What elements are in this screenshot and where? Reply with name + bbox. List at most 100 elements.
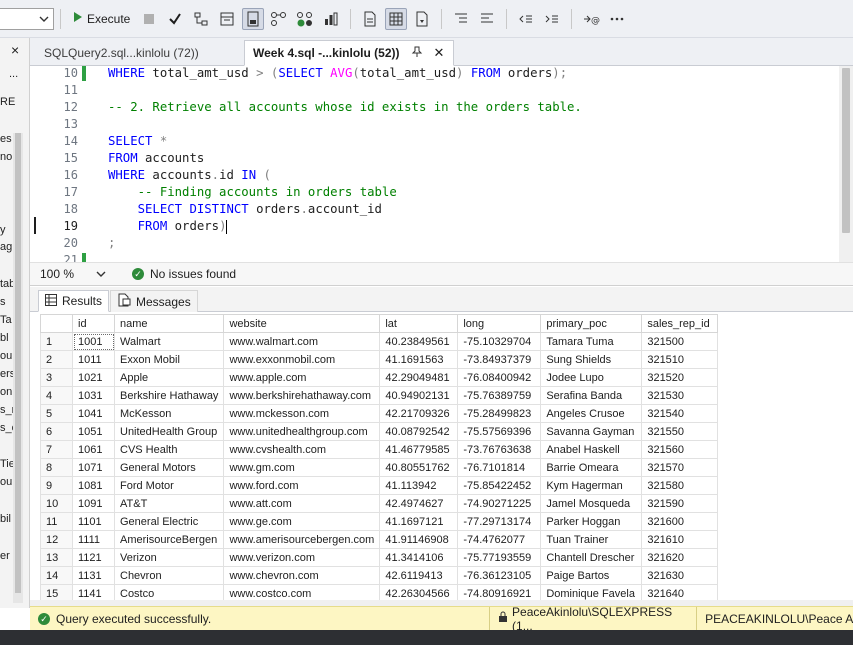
table-cell[interactable]: -73.76763638 bbox=[457, 440, 542, 459]
table-row[interactable]: 3 1021 Apple www.apple.com 42.29049481 -76.08… bbox=[40, 368, 719, 387]
comment-icon[interactable] bbox=[450, 8, 472, 30]
close-icon[interactable]: × bbox=[11, 42, 19, 58]
table-cell[interactable]: 321610 bbox=[641, 530, 719, 549]
table-cell[interactable]: www.ford.com bbox=[223, 476, 381, 495]
table-cell[interactable]: www.exxonmobil.com bbox=[223, 350, 381, 369]
table-cell[interactable]: -75.85422452 bbox=[457, 476, 542, 495]
results-to-grid-icon[interactable] bbox=[385, 7, 408, 30]
table-cell[interactable]: 321570 bbox=[641, 458, 719, 477]
table-cell[interactable]: www.mckesson.com bbox=[223, 404, 381, 423]
row-number[interactable]: 2 bbox=[40, 350, 73, 369]
row-number[interactable]: 13 bbox=[40, 548, 73, 567]
table-cell[interactable]: General Electric bbox=[113, 512, 225, 531]
code-line-17[interactable]: -- Finding accounts in orders table bbox=[108, 185, 397, 199]
table-cell[interactable]: -76.7101814 bbox=[457, 458, 542, 477]
table-cell[interactable]: 321550 bbox=[641, 422, 719, 441]
table-cell[interactable]: UnitedHealth Group bbox=[113, 422, 225, 441]
table-cell[interactable]: 1011 bbox=[72, 350, 115, 369]
table-cell[interactable]: -77.29713174 bbox=[457, 512, 542, 531]
table-cell[interactable]: Verizon bbox=[113, 548, 225, 567]
table-cell[interactable]: -74.4762077 bbox=[457, 530, 542, 549]
row-number[interactable]: 3 bbox=[40, 368, 73, 387]
table-cell[interactable]: -75.10329704 bbox=[457, 332, 542, 351]
results-grid[interactable]: id name website lat long primary_poc sal… bbox=[30, 312, 853, 606]
table-cell[interactable]: 1051 bbox=[72, 422, 115, 441]
table-cell[interactable]: 321520 bbox=[641, 368, 719, 387]
code-line-18[interactable]: SELECT DISTINCT orders.account_id bbox=[108, 202, 382, 216]
table-cell[interactable]: Chantell Drescher bbox=[540, 548, 643, 567]
code-line-20[interactable]: ; bbox=[108, 236, 115, 250]
table-cell[interactable]: 321530 bbox=[641, 386, 719, 405]
table-cell[interactable]: www.att.com bbox=[223, 494, 381, 513]
table-cell[interactable]: -75.77193559 bbox=[457, 548, 542, 567]
table-row[interactable]: 14 1131 Chevron www.chevron.com 42.6119413 -7… bbox=[40, 566, 719, 585]
table-cell[interactable]: 321510 bbox=[641, 350, 719, 369]
table-cell[interactable]: 40.94902131 bbox=[379, 386, 459, 405]
row-number[interactable]: 7 bbox=[40, 440, 73, 459]
row-number[interactable]: 1 bbox=[40, 332, 73, 351]
table-cell[interactable]: 1071 bbox=[72, 458, 115, 477]
table-cell[interactable]: 321590 bbox=[641, 494, 719, 513]
table-cell[interactable]: www.gm.com bbox=[223, 458, 381, 477]
table-cell[interactable]: www.walmart.com bbox=[223, 332, 381, 351]
table-cell[interactable]: AmerisourceBergen bbox=[113, 530, 225, 549]
table-cell[interactable]: 40.08792542 bbox=[379, 422, 459, 441]
table-row[interactable]: 10 1091 AT&T www.att.com 42.4974627 -74.90271… bbox=[40, 494, 719, 513]
uncomment-icon[interactable] bbox=[476, 8, 498, 30]
code-line-19[interactable]: FROM orders) bbox=[108, 219, 228, 234]
table-row[interactable]: 1 1001 Walmart www.walmart.com 40.23849561 -7… bbox=[40, 332, 719, 351]
table-cell[interactable]: www.berkshirehathaway.com bbox=[223, 386, 381, 405]
column-header[interactable]: website bbox=[223, 314, 381, 333]
table-cell[interactable]: 1111 bbox=[72, 530, 115, 549]
table-cell[interactable]: 321540 bbox=[641, 404, 719, 423]
tab-week4[interactable]: Week 4.sql -...kinlolu (52)) ✕ bbox=[244, 40, 454, 66]
row-number[interactable]: 10 bbox=[40, 494, 73, 513]
table-cell[interactable]: 321600 bbox=[641, 512, 719, 531]
column-header[interactable]: sales_rep_id bbox=[641, 314, 719, 333]
table-row[interactable]: 8 1071 General Motors www.gm.com 40.80551762… bbox=[40, 458, 719, 477]
table-cell[interactable]: 41.3414106 bbox=[379, 548, 459, 567]
zoom-dropdown[interactable]: 100 % bbox=[36, 264, 110, 284]
table-cell[interactable]: 42.21709326 bbox=[379, 404, 459, 423]
table-cell[interactable]: Apple bbox=[113, 368, 225, 387]
table-cell[interactable]: 1121 bbox=[72, 548, 115, 567]
column-header[interactable]: long bbox=[457, 314, 542, 333]
row-number[interactable]: 9 bbox=[40, 476, 73, 495]
table-cell[interactable]: CVS Health bbox=[113, 440, 225, 459]
sql-editor[interactable]: 10 11 12 13 14 15 16 17 18 19 20 21 WHER… bbox=[30, 66, 853, 262]
table-cell[interactable]: www.ge.com bbox=[223, 512, 381, 531]
table-row[interactable]: 6 1051 UnitedHealth Group www.unitedhealthg… bbox=[40, 422, 719, 441]
table-cell[interactable]: Serafina Banda bbox=[540, 386, 643, 405]
table-row[interactable]: 2 1011 Exxon Mobil www.exxonmobil.com 41.169… bbox=[40, 350, 719, 369]
table-row[interactable]: 12 1111 AmerisourceBergen www.amerisourcebe… bbox=[40, 530, 719, 549]
row-number[interactable]: 11 bbox=[40, 512, 73, 531]
table-cell[interactable]: 40.80551762 bbox=[379, 458, 459, 477]
table-cell[interactable]: www.cvshealth.com bbox=[223, 440, 381, 459]
table-cell[interactable]: 1081 bbox=[72, 476, 115, 495]
table-cell[interactable]: www.unitedhealthgroup.com bbox=[223, 422, 381, 441]
include-plan-icon[interactable] bbox=[268, 8, 290, 30]
row-number[interactable]: 6 bbox=[40, 422, 73, 441]
table-cell[interactable]: -74.90271225 bbox=[457, 494, 542, 513]
increase-indent-icon[interactable] bbox=[541, 8, 563, 30]
table-cell[interactable]: Sung Shields bbox=[540, 350, 643, 369]
table-cell[interactable]: -75.76389759 bbox=[457, 386, 542, 405]
code-line-12[interactable]: -- 2. Retrieve all accounts whose id exi… bbox=[108, 100, 582, 114]
table-cell[interactable]: 1021 bbox=[72, 368, 115, 387]
table-cell[interactable]: General Motors bbox=[113, 458, 225, 477]
table-cell[interactable]: 1091 bbox=[72, 494, 115, 513]
table-cell[interactable]: Paige Bartos bbox=[540, 566, 643, 585]
column-header[interactable]: lat bbox=[379, 314, 459, 333]
table-cell[interactable]: 1101 bbox=[72, 512, 115, 531]
pin-icon[interactable] bbox=[411, 46, 423, 61]
code-line-14[interactable]: SELECT * bbox=[108, 134, 167, 148]
table-cell[interactable]: Tamara Tuma bbox=[540, 332, 643, 351]
table-row[interactable]: 5 1041 McKesson www.mckesson.com 42.21709326… bbox=[40, 404, 719, 423]
table-cell[interactable]: 41.113942 bbox=[379, 476, 459, 495]
table-cell[interactable]: 1001 bbox=[72, 332, 115, 351]
explorer-scrollbar[interactable] bbox=[13, 133, 23, 603]
table-cell[interactable]: Angeles Crusoe bbox=[540, 404, 643, 423]
table-cell[interactable]: Exxon Mobil bbox=[113, 350, 225, 369]
table-cell[interactable]: 40.23849561 bbox=[379, 332, 459, 351]
table-cell[interactable]: 42.4974627 bbox=[379, 494, 459, 513]
